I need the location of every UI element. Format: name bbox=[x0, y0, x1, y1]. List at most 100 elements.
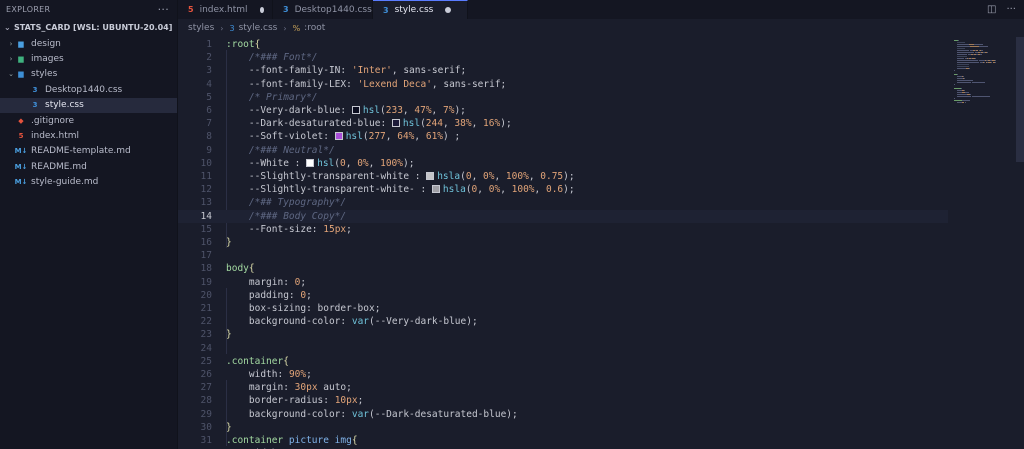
code-line[interactable]: 5 /* Primary*/ bbox=[178, 91, 948, 104]
chevron-down-icon: ⌄ bbox=[8, 70, 14, 79]
line-number: 26 bbox=[200, 369, 212, 381]
line-number: 14 bbox=[200, 210, 212, 222]
color-swatch-icon[interactable] bbox=[391, 119, 400, 128]
tree-item-desktop1440-css[interactable]: 3 Desktop1440.css bbox=[0, 82, 177, 97]
unsaved-dot-icon[interactable] bbox=[445, 7, 452, 13]
breadcrumb-folder[interactable]: styles bbox=[188, 23, 214, 33]
color-swatch-icon[interactable] bbox=[431, 185, 440, 194]
code-token: , bbox=[500, 184, 512, 196]
code-token: , bbox=[534, 184, 546, 196]
minimap-line bbox=[956, 64, 969, 65]
vertical-scrollbar[interactable] bbox=[1016, 37, 1024, 162]
tree-item-index-html[interactable]: 5 index.html bbox=[0, 128, 177, 143]
more-actions-icon[interactable]: ··· bbox=[158, 3, 169, 16]
breadcrumb-symbol[interactable]: :root bbox=[304, 23, 325, 33]
code-line[interactable]: 18 body{ bbox=[178, 262, 948, 275]
code-token: auto; bbox=[317, 382, 352, 394]
code-token: ; bbox=[306, 369, 312, 381]
tab-desktop1440-css[interactable]: 3 Desktop1440.css bbox=[273, 0, 373, 19]
code-line[interactable]: 22 background-color: var(--Very-dark-blu… bbox=[178, 315, 948, 328]
minimap[interactable] bbox=[948, 37, 1016, 449]
minimap-line bbox=[956, 44, 970, 45]
code-token: margin: bbox=[248, 382, 295, 394]
line-number: 2 bbox=[206, 52, 212, 64]
code-line[interactable]: 24 bbox=[178, 342, 948, 355]
code-line[interactable]: 12 --Slightly-transparent-white- : hsla(… bbox=[178, 183, 948, 196]
css-file-icon: 3 bbox=[383, 5, 389, 15]
code-text: --White : hsl(0, 0%, 100%); bbox=[226, 157, 415, 169]
code-line[interactable]: 2 /*### Font*/ bbox=[178, 51, 948, 64]
tab-index-html[interactable]: 5 index.html bbox=[178, 0, 273, 19]
code-editor[interactable]: 1:root{2 /*### Font*/3 --font-family-IN:… bbox=[178, 37, 948, 449]
file-tree: › ▆ design › ▆ images ⌄ ▆ styles 3 Desktop1440.css… bbox=[0, 36, 177, 190]
tree-item-style-guide-md[interactable]: M↓ style-guide.md bbox=[0, 175, 177, 190]
line-number: 24 bbox=[200, 342, 212, 354]
code-line[interactable]: 19 margin: 0; bbox=[178, 276, 948, 289]
tab-style-css[interactable]: 3 style.css bbox=[373, 0, 468, 19]
code-line[interactable]: 25 .container{ bbox=[178, 355, 948, 368]
code-line[interactable]: 14 /*### Body Copy*/ bbox=[178, 209, 948, 223]
code-token: 0% bbox=[483, 171, 495, 183]
color-swatch-icon[interactable] bbox=[426, 172, 435, 181]
color-swatch-icon[interactable] bbox=[334, 132, 343, 141]
code-token: } bbox=[226, 329, 232, 341]
color-swatch-icon[interactable] bbox=[306, 158, 315, 167]
code-line[interactable]: 4 --font-family-LEX: 'Lexend Deca', sans… bbox=[178, 78, 948, 91]
code-line[interactable]: 9 /*### Neutral*/ bbox=[178, 144, 948, 157]
minimap-line bbox=[956, 48, 966, 49]
code-line[interactable]: 11 --Slightly-transparent-white : hsla(0… bbox=[178, 170, 948, 183]
code-line[interactable]: 27 margin: 30px auto; bbox=[178, 381, 948, 394]
code-token: var bbox=[351, 316, 370, 328]
code-token: } bbox=[226, 421, 232, 433]
breadcrumb-file[interactable]: style.css bbox=[239, 23, 278, 33]
code-line[interactable]: 1:root{ bbox=[178, 38, 948, 51]
code-line[interactable]: 7 --Dark-desaturated-blue: hsl(244, 38%,… bbox=[178, 117, 948, 130]
code-line[interactable]: 16} bbox=[178, 236, 948, 249]
code-line[interactable]: 28 border-radius: 10px; bbox=[178, 394, 948, 407]
code-token: 10px bbox=[334, 395, 358, 407]
folder-images-icon: ▆ bbox=[18, 55, 24, 64]
code-text: .container{ bbox=[226, 356, 289, 367]
code-token: , bbox=[368, 157, 381, 169]
code-line[interactable]: 15 --Font-size: 15px; bbox=[178, 223, 948, 236]
code-line[interactable]: 10 --White : hsl(0, 0%, 100%); bbox=[178, 157, 948, 170]
line-number: 22 bbox=[200, 316, 212, 328]
code-line[interactable]: 30} bbox=[178, 421, 948, 434]
code-line[interactable]: 26 width: 90%; bbox=[178, 368, 948, 381]
more-actions-icon[interactable]: ··· bbox=[1006, 4, 1016, 15]
code-line[interactable]: 29 background-color: var(--Dark-desatura… bbox=[178, 408, 948, 421]
explorer-header: EXPLORER ··· bbox=[0, 0, 177, 18]
color-swatch-icon[interactable] bbox=[351, 106, 360, 115]
minimap-line bbox=[970, 94, 972, 95]
line-number: 31 bbox=[200, 435, 212, 447]
tree-item-styles[interactable]: ⌄ ▆ styles bbox=[0, 67, 177, 82]
code-line[interactable]: 21 box-sizing: border-box; bbox=[178, 302, 948, 315]
code-token: , bbox=[494, 171, 506, 183]
code-line[interactable]: 3 --font-family-IN: 'Inter', sans-serif; bbox=[178, 64, 948, 77]
code-line[interactable]: 6 --Very-dark-blue: hsl(233, 47%, 7%); bbox=[178, 104, 948, 117]
tree-item-images[interactable]: › ▆ images bbox=[0, 51, 177, 66]
split-editor-icon[interactable]: ◫ bbox=[987, 4, 996, 15]
code-line[interactable]: 8 --Soft-violet: hsl(277, 64%, 61%) ; bbox=[178, 130, 948, 143]
code-line[interactable]: 31 .container picture img{ bbox=[178, 434, 948, 447]
project-root[interactable]: ⌄ STATS_CARD [WSL: UBUNTU-20.04] bbox=[0, 18, 177, 36]
tree-item-readme-md[interactable]: M↓ README.md bbox=[0, 159, 177, 174]
unsaved-dot-icon[interactable] bbox=[259, 6, 264, 13]
code-line[interactable]: 13 /*## Typography*/ bbox=[178, 196, 948, 209]
code-text: /*## Typography*/ bbox=[226, 197, 346, 208]
code-line[interactable]: 20 padding: 0; bbox=[178, 289, 948, 302]
tree-item-design[interactable]: › ▆ design bbox=[0, 36, 177, 51]
code-token: .container bbox=[226, 435, 289, 447]
tree-item-readme-template-md[interactable]: M↓ README-template.md bbox=[0, 144, 177, 159]
code-token: width: bbox=[248, 369, 289, 381]
code-token: /* Primary*/ bbox=[248, 91, 318, 103]
code-line[interactable]: 17 bbox=[178, 249, 948, 262]
line-number: 4 bbox=[206, 78, 212, 90]
chevron-down-icon: ⌄ bbox=[4, 22, 11, 32]
tree-item-style-css[interactable]: 3 style.css bbox=[0, 97, 177, 113]
tree-item--gitignore[interactable]: ◆ .gitignore bbox=[0, 113, 177, 128]
minimap-line bbox=[974, 44, 984, 45]
code-line[interactable]: 23} bbox=[178, 328, 948, 341]
